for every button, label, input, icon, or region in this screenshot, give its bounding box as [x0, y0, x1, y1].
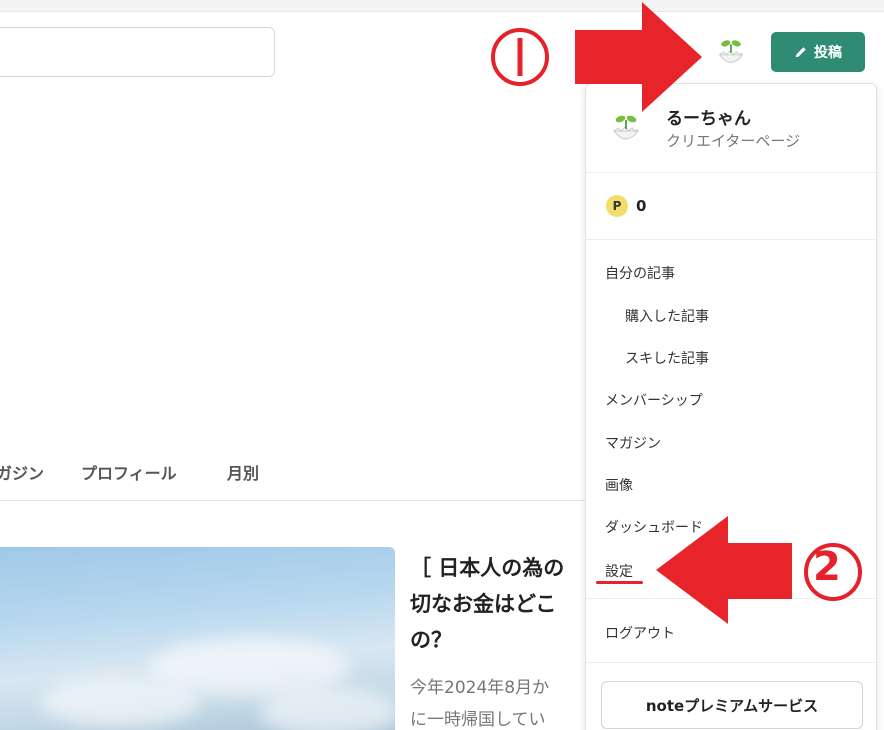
menu-item-settings[interactable]: 設定 — [605, 561, 633, 581]
account-dropdown-menu: るーちゃん クリエイターページ P 0 自分の記事 購入した記事 スキした記事 … — [585, 83, 877, 730]
menu-item-liked-articles[interactable]: スキした記事 — [625, 348, 709, 368]
menu-item-magazine[interactable]: マガジン — [605, 433, 661, 453]
tab-monthly[interactable]: 月別 — [227, 460, 259, 484]
article-description: 今年2024年8月か に一時帰国してい — [410, 678, 550, 730]
article-thumbnail[interactable] — [0, 547, 395, 730]
menu-item-logout[interactable]: ログアウト — [605, 623, 675, 643]
menu-item-images[interactable]: 画像 — [605, 475, 633, 495]
dropdown-profile-link[interactable]: るーちゃん クリエイターページ — [586, 84, 876, 172]
menu-item-my-articles[interactable]: 自分の記事 — [605, 263, 675, 283]
step-1-circle — [491, 28, 549, 86]
sprout-avatar-icon — [612, 115, 640, 140]
browser-top-strip — [0, 0, 884, 12]
menu-item-dashboard[interactable]: ダッシュボード — [605, 517, 703, 537]
pencil-icon — [795, 47, 806, 58]
divider — [586, 662, 876, 663]
post-button[interactable]: 投稿 — [771, 32, 865, 72]
points-display[interactable]: P 0 — [606, 195, 646, 217]
divider — [586, 598, 876, 599]
divider — [586, 172, 876, 173]
tab-divider — [0, 500, 590, 501]
menu-item-membership[interactable]: メンバーシップ — [605, 390, 703, 410]
search-input[interactable] — [0, 27, 275, 77]
menu-item-purchased-articles[interactable]: 購入した記事 — [625, 306, 709, 326]
tab-profile[interactable]: プロフィール — [81, 460, 177, 484]
note-premium-label: noteプレミアムサービス — [645, 696, 819, 715]
step-2-label: 2 — [813, 544, 841, 590]
tab-magazine[interactable]: ガジン — [0, 460, 44, 484]
divider — [586, 239, 876, 240]
dropdown-creator-page-label: クリエイターページ — [666, 132, 801, 150]
dropdown-user-name: るーちゃん — [666, 109, 751, 129]
user-avatar-icon[interactable] — [712, 32, 750, 70]
settings-underline-annotation — [596, 581, 643, 584]
points-value: 0 — [636, 197, 647, 215]
article-title[interactable]: ［ 日本人の為の 切なお金はどこ の？ — [410, 550, 590, 658]
post-button-label: 投稿 — [814, 45, 842, 61]
note-premium-button[interactable]: noteプレミアムサービス — [601, 681, 863, 729]
points-badge-icon: P — [606, 195, 628, 217]
